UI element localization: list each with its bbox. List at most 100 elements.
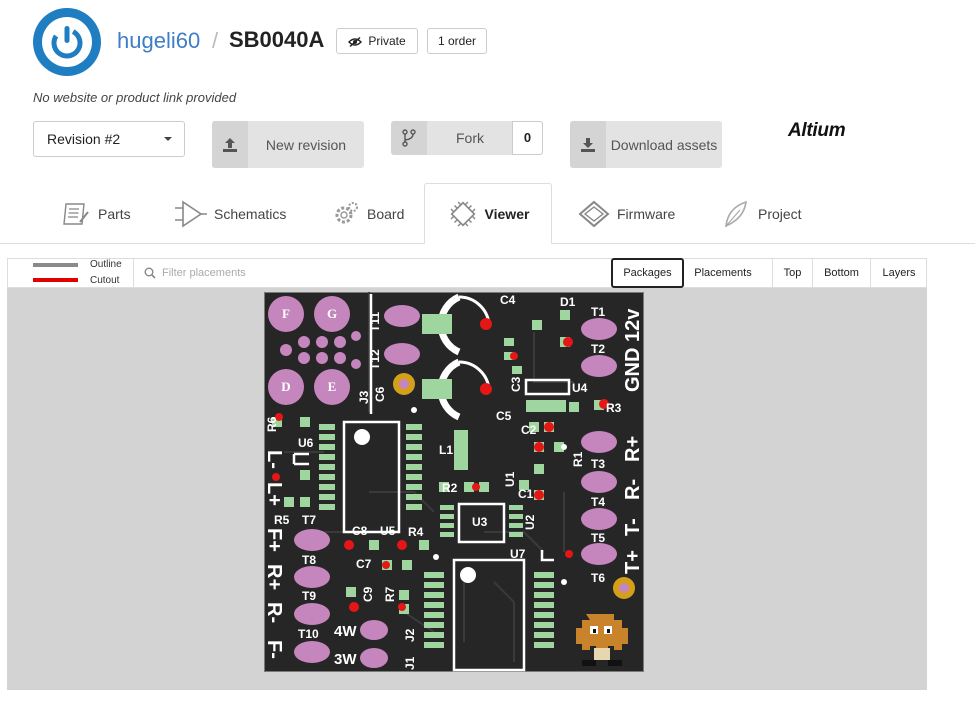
silk-l-plus: L+ xyxy=(264,482,285,506)
fork-icon xyxy=(391,121,427,155)
label-c8: C8 xyxy=(352,524,368,538)
silk-f-plus: F+ xyxy=(264,528,285,552)
tab-firmware[interactable]: Firmware xyxy=(577,183,675,244)
label-u3: U3 xyxy=(472,515,488,529)
silk-3w: 3W xyxy=(334,651,357,668)
silk-t-plus: T+ xyxy=(622,550,644,574)
parts-icon xyxy=(63,202,89,225)
firmware-icon xyxy=(578,200,610,227)
silk-4w: 4W xyxy=(334,623,357,640)
breadcrumb-separator: / xyxy=(212,28,219,53)
placements-button[interactable]: Placements xyxy=(684,258,762,288)
eye-slash-icon xyxy=(348,36,363,47)
pcb-board[interactable]: C4 D1 T1 T2 T11 T12 C6 C3 U4 C5 J3 R3 R6… xyxy=(264,292,644,672)
label-t3: T3 xyxy=(591,457,605,471)
label-c9: C9 xyxy=(361,586,375,602)
label-r7: R7 xyxy=(383,586,397,602)
upload-icon xyxy=(212,121,248,168)
label-r2: R2 xyxy=(442,481,458,495)
silk-r-minus-left: R- xyxy=(264,602,285,623)
label-u4: U4 xyxy=(572,381,588,395)
filter-placements-input[interactable]: Filter placements xyxy=(133,258,611,288)
new-revision-button[interactable]: New revision xyxy=(212,121,364,168)
owner-link[interactable]: hugeli60 xyxy=(117,28,200,54)
search-icon xyxy=(144,267,156,279)
label-t10: T10 xyxy=(298,627,319,641)
silk-gnd-12v: GND 12v xyxy=(622,308,644,392)
label-t4: T4 xyxy=(591,495,605,509)
label-c5: C5 xyxy=(496,409,512,423)
legend-cutout-label: Cutout xyxy=(90,275,120,286)
revision-select[interactable]: Revision #2 xyxy=(33,121,185,157)
altium-logo: Altium xyxy=(788,120,846,141)
private-badge[interactable]: Private xyxy=(336,28,418,54)
legend-outline-label: Outline xyxy=(90,259,122,270)
tab-project[interactable]: Project xyxy=(720,183,802,244)
silk-f-minus: F- xyxy=(264,640,285,659)
tab-board-label: Board xyxy=(367,205,405,222)
owner-avatar[interactable] xyxy=(33,8,101,76)
private-label: Private xyxy=(368,34,406,48)
pad-letter-d: D xyxy=(281,379,290,394)
label-c2: C2 xyxy=(521,423,537,437)
pad-letter-g: G xyxy=(327,306,337,321)
label-t5: T5 xyxy=(591,531,605,545)
tab-parts[interactable]: Parts xyxy=(60,183,131,244)
silk-r-plus: R+ xyxy=(622,436,644,462)
power-icon xyxy=(42,17,92,67)
silk-l-minus: L- xyxy=(264,450,285,469)
label-t9: T9 xyxy=(302,589,316,603)
tab-parts-label: Parts xyxy=(98,205,131,222)
label-r4: R4 xyxy=(408,525,424,539)
tab-board[interactable]: Board xyxy=(331,183,404,244)
packages-button[interactable]: Packages xyxy=(611,258,684,288)
bottom-side-button[interactable]: Bottom xyxy=(812,258,870,288)
download-icon xyxy=(570,121,606,168)
schematics-icon xyxy=(175,200,207,227)
filter-placeholder: Filter placements xyxy=(162,267,246,279)
label-u6: U6 xyxy=(298,436,314,450)
top-side-button[interactable]: Top xyxy=(772,258,812,288)
label-c4: C4 xyxy=(500,293,516,307)
label-c6: C6 xyxy=(373,386,387,402)
label-t7: T7 xyxy=(302,513,316,527)
tab-viewer-label: Viewer xyxy=(484,205,530,222)
label-c7: C7 xyxy=(356,557,372,571)
label-t11: T11 xyxy=(368,312,382,332)
silk-r-minus: R- xyxy=(622,479,644,500)
download-assets-button[interactable]: Download assets xyxy=(570,121,722,168)
outline-swatch xyxy=(33,263,78,267)
pad-letter-e: E xyxy=(328,379,337,394)
tab-firmware-label: Firmware xyxy=(617,205,676,222)
label-u1: U1 xyxy=(503,471,517,487)
tab-schematics-label: Schematics xyxy=(214,205,287,222)
label-t1: T1 xyxy=(591,305,605,319)
label-j3: J3 xyxy=(357,390,371,404)
tab-project-label: Project xyxy=(758,205,802,222)
label-u7: U7 xyxy=(510,547,526,561)
viewer-icon xyxy=(450,200,476,227)
download-assets-label: Download assets xyxy=(610,136,718,153)
revision-select-value: Revision #2 xyxy=(47,131,121,147)
label-c3: C3 xyxy=(509,376,523,392)
cutout-swatch xyxy=(33,278,78,282)
label-t12: T12 xyxy=(368,349,382,370)
tab-viewer[interactable]: Viewer xyxy=(424,183,552,244)
label-u2: U2 xyxy=(523,514,537,530)
label-r3: R3 xyxy=(606,401,622,415)
silk-t-minus: T- xyxy=(622,518,644,536)
layers-button[interactable]: Layers xyxy=(870,258,927,288)
label-c1: C1 xyxy=(518,487,534,501)
label-d1: D1 xyxy=(560,295,576,309)
fork-count: 0 xyxy=(512,121,543,155)
label-t6: T6 xyxy=(591,571,605,585)
label-r5: R5 xyxy=(274,513,290,527)
tab-schematics[interactable]: Schematics xyxy=(174,183,286,244)
label-j2: J2 xyxy=(403,628,417,642)
fork-button[interactable]: Fork 0 xyxy=(391,121,543,155)
board-icon xyxy=(335,201,358,223)
silk-r-plus-left: R+ xyxy=(264,564,285,590)
orders-button[interactable]: 1 order xyxy=(427,28,487,54)
project-icon xyxy=(725,200,747,227)
pad-letter-f: F xyxy=(282,306,290,321)
